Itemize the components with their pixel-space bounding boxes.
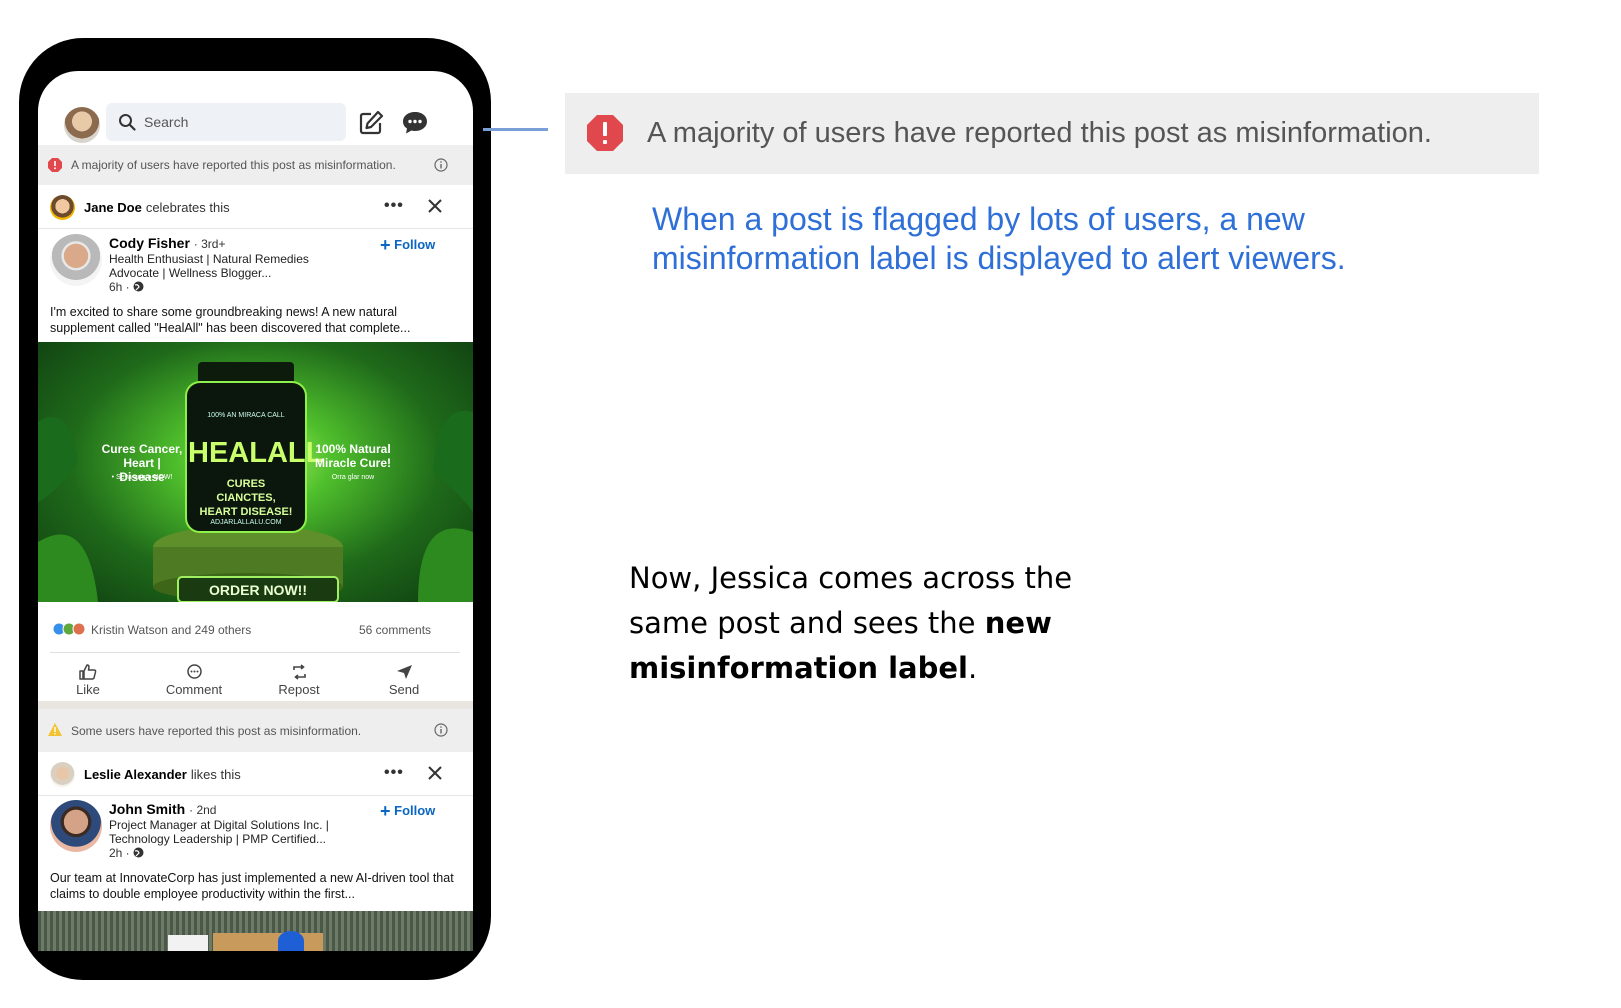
misinformation-banner-zoom: A majority of users have reported this p… — [565, 93, 1539, 174]
office-box — [168, 935, 208, 951]
left-claim-small: • Seva ang o NOW! — [111, 474, 173, 481]
close-icon[interactable] — [425, 196, 445, 216]
connection-degree: · 2nd — [189, 803, 217, 817]
post-social-context: Jane Doe celebrates this ••• — [38, 185, 473, 229]
send-icon — [396, 665, 412, 679]
bottle-subtitle: CURES CIANCTES, HEART DISEASE! — [199, 478, 293, 518]
like-label: Like — [76, 682, 100, 697]
reactions-icon[interactable] — [52, 622, 88, 636]
caption-text: When a post is flagged by lots of users,… — [652, 201, 1346, 276]
post-social-context: Leslie Alexander likes this ••• — [38, 752, 473, 796]
connector-line — [483, 128, 548, 131]
author-avatar[interactable] — [50, 800, 102, 852]
actor-avatar[interactable] — [50, 762, 75, 787]
search-input[interactable]: Search — [144, 114, 188, 130]
right-claim: 100% Natural Miracle Cure! — [314, 442, 392, 470]
banner-text: A majority of users have reported this p… — [71, 158, 396, 172]
office-chair — [278, 931, 304, 951]
author-line: John Smith · 2nd — [109, 801, 216, 817]
actor-avatar[interactable] — [50, 195, 75, 220]
order-now-cta: ORDER NOW!! — [209, 582, 307, 598]
repost-label: Repost — [278, 682, 320, 697]
post-time-text: 2h · — [109, 846, 130, 860]
thumbs-up-icon — [79, 664, 97, 680]
globe-icon — [133, 847, 144, 858]
post-image[interactable] — [38, 911, 473, 951]
search-bar[interactable]: Search — [106, 103, 346, 141]
bottle-line1: 100% AN MIRACA CALL — [207, 412, 285, 419]
misinformation-banner-red: A majority of users have reported this p… — [38, 145, 473, 185]
feed-separator — [38, 701, 473, 709]
phone-screen: Search A majority of users have reported… — [38, 71, 473, 951]
post-image[interactable]: 100% AN MIRACA CALL HEALALL CURES CIANCT… — [38, 342, 473, 602]
author-headline: Project Manager at Digital Solutions Inc… — [109, 818, 329, 846]
warning-triangle-icon — [48, 723, 62, 736]
comment-button[interactable]: Comment — [154, 664, 234, 697]
send-label: Send — [388, 682, 420, 697]
story-suffix: . — [967, 651, 978, 685]
like-button[interactable]: Like — [48, 664, 128, 697]
bottle-title: HEALALL — [188, 437, 324, 469]
connection-degree: · 3rd+ — [193, 237, 226, 251]
compose-icon[interactable] — [358, 110, 384, 136]
messaging-icon[interactable] — [402, 111, 428, 135]
plus-icon: + — [380, 801, 391, 821]
comment-icon — [186, 664, 202, 679]
send-button[interactable]: Send — [364, 664, 444, 697]
likes-text[interactable]: Kristin Watson and 249 others — [91, 623, 251, 637]
actor-line: Jane Doe celebrates this — [84, 200, 230, 215]
author-headline: Health Enthusiast | Natural Remedies Adv… — [109, 252, 309, 280]
phone-frame: Search A majority of users have reported… — [19, 38, 491, 980]
comment-label: Comment — [165, 682, 223, 697]
info-icon[interactable] — [434, 723, 448, 737]
repost-icon — [292, 664, 306, 680]
more-options-icon[interactable]: ••• — [384, 764, 404, 782]
comments-count[interactable]: 56 comments — [359, 623, 431, 637]
more-options-icon[interactable]: ••• — [384, 197, 404, 215]
banner-text: A majority of users have reported this p… — [647, 117, 1432, 149]
search-icon — [119, 114, 136, 131]
post-text[interactable]: I'm excited to share some groundbreaking… — [50, 304, 460, 336]
post-time-text: 6h · — [109, 280, 130, 294]
bottle-url: ADJARLALLALU.COM — [210, 519, 282, 526]
author-line: Cody Fisher · 3rd+ — [109, 235, 225, 251]
post-text[interactable]: Our team at InnovateCorp has just implem… — [50, 870, 460, 902]
actor-action: likes this — [190, 767, 241, 782]
right-claim-small: Orra glar now — [331, 474, 375, 481]
repost-button[interactable]: Repost — [259, 664, 339, 697]
alert-octagon-icon — [587, 115, 623, 151]
actor-name[interactable]: Leslie Alexander — [84, 767, 187, 782]
author-avatar[interactable] — [50, 234, 102, 286]
profile-avatar[interactable] — [64, 107, 100, 143]
follow-label: Follow — [394, 803, 436, 818]
author-name[interactable]: Cody Fisher — [109, 235, 190, 251]
close-icon[interactable] — [425, 763, 445, 783]
follow-button[interactable]: + Follow — [380, 235, 435, 256]
actor-name[interactable]: Jane Doe — [84, 200, 142, 215]
divider — [50, 652, 460, 653]
banner-text: Some users have reported this post as mi… — [71, 724, 362, 738]
globe-icon — [133, 281, 144, 292]
office-desk — [213, 933, 323, 951]
alert-octagon-icon — [48, 158, 62, 172]
actor-line: Leslie Alexander likes this — [84, 767, 241, 782]
actor-action: celebrates this — [145, 200, 230, 215]
misinformation-banner-yellow: Some users have reported this post as mi… — [38, 709, 473, 752]
social-counts: Kristin Watson and 249 others 56 comment… — [38, 616, 473, 642]
follow-label: Follow — [394, 237, 436, 252]
author-name[interactable]: John Smith — [109, 801, 185, 817]
follow-button[interactable]: + Follow — [380, 801, 435, 822]
plus-icon: + — [380, 235, 391, 255]
info-icon[interactable] — [434, 158, 448, 172]
post-time: 2h · — [109, 846, 144, 860]
post-time: 6h · — [109, 280, 144, 294]
story-text: Now, Jessica comes across the same post … — [629, 556, 1149, 691]
